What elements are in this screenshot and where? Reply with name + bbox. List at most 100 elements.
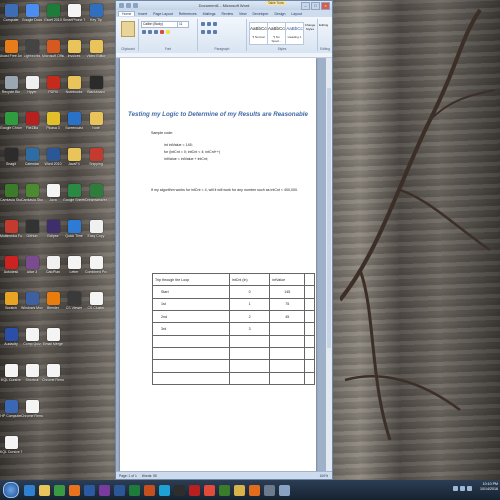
desktop-icon[interactable]: JavaFX [65,148,83,166]
media-player-icon[interactable] [249,484,260,496]
word-icon[interactable] [114,484,125,496]
scroll-thumb[interactable] [327,88,331,348]
table-cell[interactable]: 3 [228,322,271,336]
table-cell[interactable]: 1 [228,297,271,311]
trace-table[interactable]: Trip through the Loop intCnt (in) intValue… [152,272,315,386]
highlight-icon[interactable] [166,30,170,34]
desktop-icon[interactable]: Chrome Remote [21,400,43,418]
table-header-cell[interactable]: intValue [269,272,306,287]
calculator-icon[interactable] [264,484,275,496]
tab-review[interactable]: Review [219,12,236,16]
desktop-icon[interactable]: Chrome Remote [42,364,64,382]
desktop-icon[interactable]: Autodesk [2,256,20,274]
desktop-icon[interactable]: Picasa 3 [44,112,62,130]
table-cell[interactable]: 2 [228,309,271,324]
vertical-scrollbar[interactable] [326,58,332,471]
explorer-icon[interactable] [39,484,50,496]
align-center-icon[interactable] [207,30,211,34]
maximize-button[interactable]: □ [311,2,320,10]
document-page[interactable]: Testing my Logic to Determine of my Resu… [120,58,316,471]
tab-home[interactable]: Home [118,11,136,16]
tab-page-layout[interactable]: Page Layout [150,12,176,16]
table-header-cell[interactable]: Trip through the Loop [152,272,230,287]
media-icon[interactable] [69,484,80,496]
desktop-icon[interactable]: Shortcut [23,364,41,382]
bullets-icon[interactable] [201,22,205,26]
desktop-icon[interactable]: Snipping [87,148,105,166]
desktop-icon[interactable]: KQL Cursive [1,364,21,382]
save-icon[interactable] [126,3,131,8]
desktop-icon[interactable]: Blender [44,292,62,310]
desktop-icon[interactable]: Snagit [2,148,20,166]
desktop-icon[interactable]: Video Editor [86,40,106,58]
office-button-icon[interactable] [119,3,124,8]
zoom-level[interactable]: 100% [320,474,328,478]
volume-icon[interactable] [460,486,465,491]
table-cell[interactable] [304,371,315,386]
desktop-icon[interactable]: Word 2010 [44,148,62,166]
notepad-icon[interactable] [279,484,290,496]
table-cell[interactable] [228,334,271,348]
font-size-combo[interactable]: 11 [177,21,189,28]
table-cell[interactable] [152,371,230,386]
excel-icon[interactable] [129,484,140,496]
multilevel-list-icon[interactable] [213,22,217,26]
table-cell[interactable] [228,359,271,373]
desktop-icon[interactable]: CS Viewer [65,292,83,310]
table-cell[interactable]: 45 [269,309,306,324]
desktop-icon[interactable]: Excel 2010 [44,4,62,22]
desktop-icon[interactable]: Google Docs [22,4,42,22]
desktop-icon[interactable]: Note [87,112,105,130]
desktop-icon[interactable]: Google Chrome [0,112,22,130]
table-cell[interactable]: 3rd [152,322,230,336]
desktop-icon[interactable]: Hpyer [23,76,41,94]
table-header-cell[interactable]: intCnt (in) [228,272,271,287]
filezilla-icon[interactable] [189,484,200,496]
desktop-icon[interactable]: Computer [2,4,20,22]
table-cell[interactable]: 0 [228,285,271,299]
tab-mailings[interactable]: Mailings [200,12,219,16]
desktop-icon[interactable]: Notebooks [65,76,83,94]
desktop-icon[interactable]: Java [44,184,62,202]
desktop-icon[interactable]: Alice 3 [23,256,41,274]
editing-button[interactable]: Editing [319,23,328,27]
desktop-icon[interactable]: Recycle Bin [2,76,20,94]
table-cell[interactable] [269,346,306,361]
align-right-icon[interactable] [213,30,217,34]
style-normal[interactable]: AaBbCcDc ¶ Normal [249,22,272,45]
word-count[interactable]: Words: 55 [142,474,157,478]
photoshop-icon[interactable] [84,484,95,496]
desktop-icon[interactable]: HP Computer [0,400,22,418]
table-cell[interactable] [152,346,230,361]
table-cell[interactable] [304,309,315,324]
ie-icon[interactable] [24,484,35,496]
desktop-icon[interactable]: Comp Quiz [23,328,41,346]
style-no-spacing[interactable]: AaBbCcDc ¶ No Spaci... [267,22,290,45]
desktop-icon[interactable]: Dreamweaver [85,184,107,202]
powerpoint-icon[interactable] [144,484,155,496]
close-button[interactable]: × [321,2,330,10]
desktop-icon[interactable]: Invoices [65,40,83,58]
desktop-icon[interactable]: PDFill [44,76,62,94]
onenote-icon[interactable] [99,484,110,496]
tab-design[interactable]: Design [272,12,289,16]
minimize-button[interactable]: – [301,2,310,10]
desktop-icon[interactable]: GitHub [23,220,41,238]
camtasia-icon[interactable] [219,484,230,496]
folder-icon[interactable] [234,484,245,496]
table-cell[interactable] [152,334,230,348]
style-heading-1[interactable]: AaBbCc Heading 1 [285,22,304,45]
change-styles-button[interactable]: Change Styles [304,23,316,31]
desktop-icon[interactable]: Camtasia Studio [0,184,22,202]
table-cell[interactable] [304,285,315,299]
desktop-icon[interactable]: Microsoft Office [42,40,64,58]
table-cell[interactable] [304,346,315,361]
snagit-icon[interactable] [174,484,185,496]
desktop-icon[interactable]: FileZilla [23,112,41,130]
desktop-icon[interactable]: Calendar [23,148,41,166]
desktop-icon[interactable]: Quick Time [65,220,83,238]
underline-icon[interactable] [154,30,158,34]
italic-icon[interactable] [148,30,152,34]
desktop-icon[interactable]: Screencast [65,112,83,130]
network-icon[interactable] [453,486,458,491]
